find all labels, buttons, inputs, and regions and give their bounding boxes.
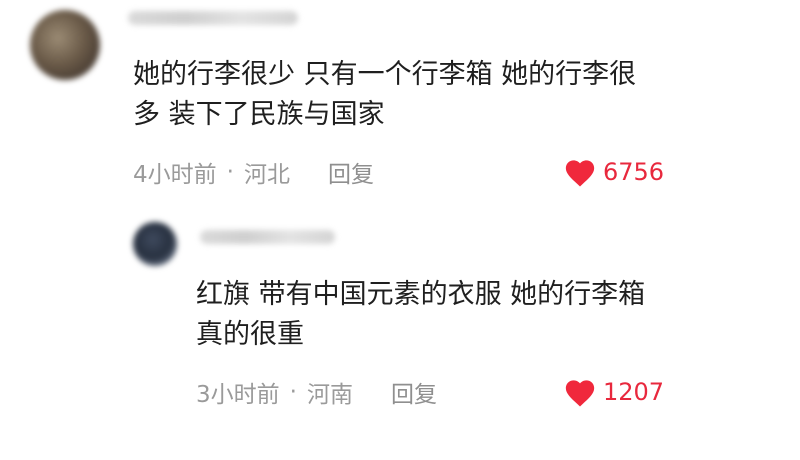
avatar[interactable] bbox=[30, 10, 100, 80]
location: 河南 bbox=[306, 382, 353, 408]
location: 河北 bbox=[243, 162, 290, 188]
reply-meta: 3小时前 · 河南 回复 bbox=[196, 375, 437, 409]
like-button[interactable]: 6756 bbox=[563, 155, 664, 189]
reply-button[interactable]: 回复 bbox=[391, 375, 437, 409]
heart-icon bbox=[565, 380, 595, 407]
timestamp: 3小时前 bbox=[196, 382, 280, 408]
separator: · bbox=[289, 379, 297, 405]
heart-icon bbox=[565, 160, 595, 187]
reply-button[interactable]: 回复 bbox=[328, 155, 374, 189]
reply-text: 红旗 带有中国元素的衣服 她的行李箱 真的很重 bbox=[196, 279, 646, 350]
avatar[interactable] bbox=[133, 222, 177, 266]
separator: · bbox=[226, 159, 234, 185]
timestamp: 4小时前 bbox=[133, 162, 217, 188]
like-count: 6756 bbox=[603, 158, 665, 186]
like-count: 1207 bbox=[603, 378, 665, 406]
comment-text: 她的行李很少 只有一个行李箱 她的行李很 多 装下了民族与国家 bbox=[133, 59, 637, 130]
like-button[interactable]: 1207 bbox=[563, 375, 664, 409]
comment-meta: 4小时前 · 河北 回复 bbox=[133, 155, 374, 189]
username-blurred[interactable] bbox=[128, 11, 298, 25]
username-blurred[interactable] bbox=[200, 230, 335, 244]
